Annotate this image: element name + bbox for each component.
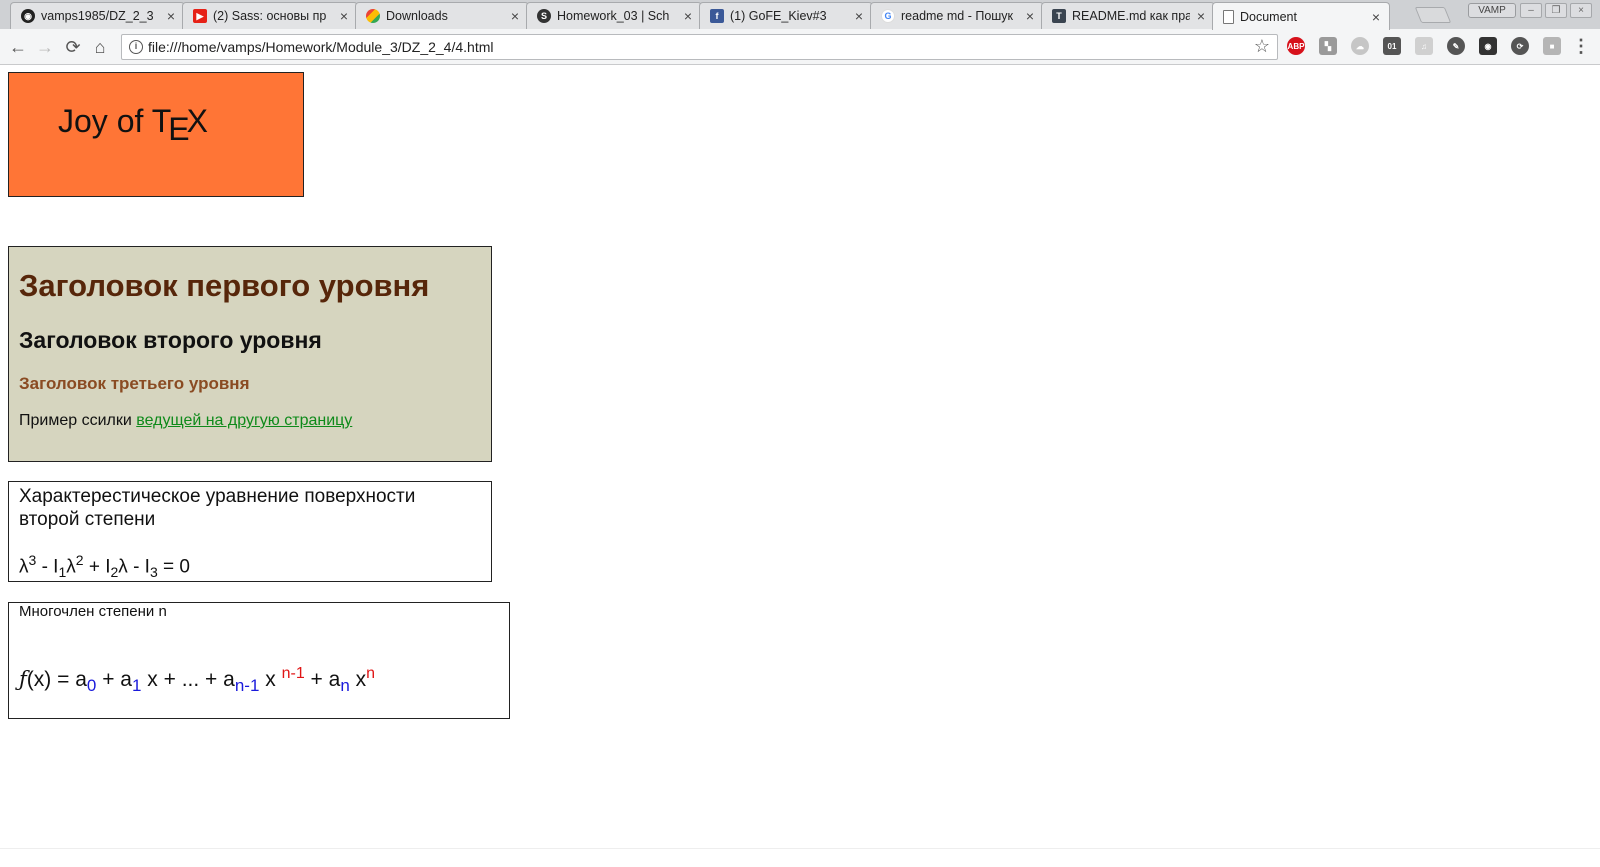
tab-strip: ◉ vamps1985/DZ_2_3 × ▶ (2) Sass: основы … [0, 0, 1600, 30]
link-prefix: Пример ссилки [19, 412, 132, 429]
eq-part: + I [83, 556, 111, 578]
polynomial-caption: Многочлен степени n [19, 603, 167, 620]
new-tab-button[interactable] [1414, 7, 1452, 23]
close-icon[interactable]: × [681, 9, 695, 23]
tab-title: README.md как пра [1072, 9, 1190, 23]
link-example: Пример ссилки ведущей на другую страницу [19, 412, 352, 430]
back-button[interactable]: ← [6, 35, 30, 59]
heading-level-2: Заголовок второго уровня [19, 327, 322, 353]
reload-button[interactable]: ⟳ [61, 35, 85, 59]
address-input[interactable]: file:///home/vamps/Homework/Module_3/DZ_… [148, 39, 493, 55]
poly-sub: 0 [86, 676, 97, 696]
poly-part: x + ... + a [141, 668, 235, 691]
close-icon[interactable]: × [852, 9, 866, 23]
tab-3[interactable]: S Homework_03 | Sch × [526, 2, 702, 29]
poly-sup: n-1 [281, 665, 305, 682]
poly-sub: n-1 [234, 676, 260, 696]
info-icon[interactable]: i [129, 40, 143, 54]
feather-icon[interactable]: ✎ [1447, 37, 1465, 55]
tab-title: Downloads [386, 9, 448, 23]
tab-title: (1) GoFE_Kiev#3 [730, 9, 827, 23]
close-icon[interactable]: × [1023, 9, 1037, 23]
poly-sup: n [366, 665, 376, 682]
eq-part: - I [127, 556, 150, 578]
shield-icon[interactable]: ■ [1543, 37, 1561, 55]
poly-part: + a [96, 668, 132, 691]
eq-part: λ [66, 556, 76, 578]
restore-button[interactable]: ❐ [1545, 3, 1567, 18]
github-icon: ◉ [21, 9, 35, 23]
poly-part: (x) = a [26, 668, 87, 691]
profile-button[interactable]: VAMP [1468, 3, 1516, 18]
eq-sub: 3 [149, 564, 158, 581]
tab-title: Document [1240, 9, 1297, 24]
equation-caption: Характерестическое уравнение поверхности… [19, 486, 416, 530]
heading-level-1: Заголовок первого уровня [19, 268, 430, 303]
eq-part: = 0 [157, 556, 190, 578]
tab-7[interactable]: Document × [1212, 2, 1390, 30]
address-bar[interactable]: i file:///home/vamps/Homework/Module_3/D… [121, 34, 1278, 60]
star-icon[interactable]: ☆ [1254, 36, 1270, 57]
page-bottom-divider [0, 848, 1600, 849]
close-window-button[interactable]: × [1570, 3, 1592, 18]
eq-sup: 2 [75, 552, 84, 568]
tex-prefix: Joy of T [58, 103, 172, 139]
minimize-button[interactable]: – [1520, 3, 1542, 18]
feed-icon[interactable]: ▚ [1319, 37, 1337, 55]
document-icon [1223, 9, 1234, 24]
close-icon[interactable]: × [164, 9, 178, 23]
headings-box: Заголовок первого уровня Заголовок второ… [8, 246, 492, 462]
tab-5[interactable]: G readme md - Пошук × [870, 2, 1044, 29]
downloads-icon [366, 9, 380, 23]
poly-sub: n [340, 676, 350, 696]
polynomial-formula: ƒ(x) = a0 + a1 x + ... + an-1 x n-1 + an… [19, 665, 375, 696]
eq-part: λ [118, 556, 128, 578]
habr-icon: T [1052, 9, 1066, 23]
external-page-link[interactable]: ведущей на другую страницу [136, 412, 352, 429]
forward-button[interactable]: → [33, 35, 57, 59]
tab-4[interactable]: f (1) GoFE_Kiev#3 × [699, 2, 873, 29]
tab-title: vamps1985/DZ_2_3 [41, 9, 154, 23]
close-icon[interactable]: × [1194, 9, 1208, 23]
incognito-icon[interactable]: ◉ [1479, 37, 1497, 55]
schoology-icon: S [537, 9, 551, 23]
tex-box: Joy of TEX [8, 72, 304, 197]
tab-title: Homework_03 | Sch [557, 9, 670, 23]
tex-e: E [168, 111, 190, 147]
binary-icon[interactable]: 01 [1383, 37, 1401, 55]
adblock-plus-icon[interactable]: ABP [1287, 37, 1305, 55]
close-icon[interactable]: × [337, 9, 351, 23]
tab-title: (2) Sass: основы пр [213, 9, 327, 23]
characteristic-equation: λ3 - I1λ2 + I2λ - I3 = 0 [19, 552, 190, 580]
cloud-icon[interactable]: ☁ [1351, 37, 1369, 55]
sync-icon[interactable]: ⟳ [1511, 37, 1529, 55]
youtube-icon: ▶ [193, 9, 207, 23]
tab-0[interactable]: ◉ vamps1985/DZ_2_3 × [10, 2, 185, 29]
music-icon[interactable]: ♫ [1415, 37, 1433, 55]
poly-part: + a [304, 668, 341, 691]
close-icon[interactable]: × [508, 9, 522, 23]
home-button[interactable]: ⌂ [88, 35, 112, 59]
poly-function-symbol: ƒ [19, 667, 27, 691]
equation-box: Характерестическое уравнение поверхности… [8, 481, 492, 582]
poly-part: x [259, 668, 282, 691]
heading-level-3: Заголовок третьего уровня [19, 374, 250, 393]
google-icon: G [881, 9, 895, 23]
tex-title: Joy of TEX [58, 103, 208, 147]
tab-title: readme md - Пошук [901, 9, 1014, 23]
tab-2[interactable]: Downloads × [355, 2, 529, 29]
polynomial-box: Многочлен степени n ƒ(x) = a0 + a1 x + .… [8, 602, 510, 719]
eq-part: - I [36, 556, 59, 578]
facebook-icon: f [710, 9, 724, 23]
menu-icon[interactable]: ⋮ [1572, 36, 1590, 56]
browser-toolbar: ← → ⟳ ⌂ i file:///home/vamps/Homework/Mo… [0, 29, 1600, 65]
close-icon[interactable]: × [1369, 10, 1383, 24]
tab-6[interactable]: T README.md как пра × [1041, 2, 1215, 29]
eq-part: λ [19, 556, 29, 578]
poly-part: x [349, 668, 367, 691]
tab-1[interactable]: ▶ (2) Sass: основы пр × [182, 2, 358, 29]
